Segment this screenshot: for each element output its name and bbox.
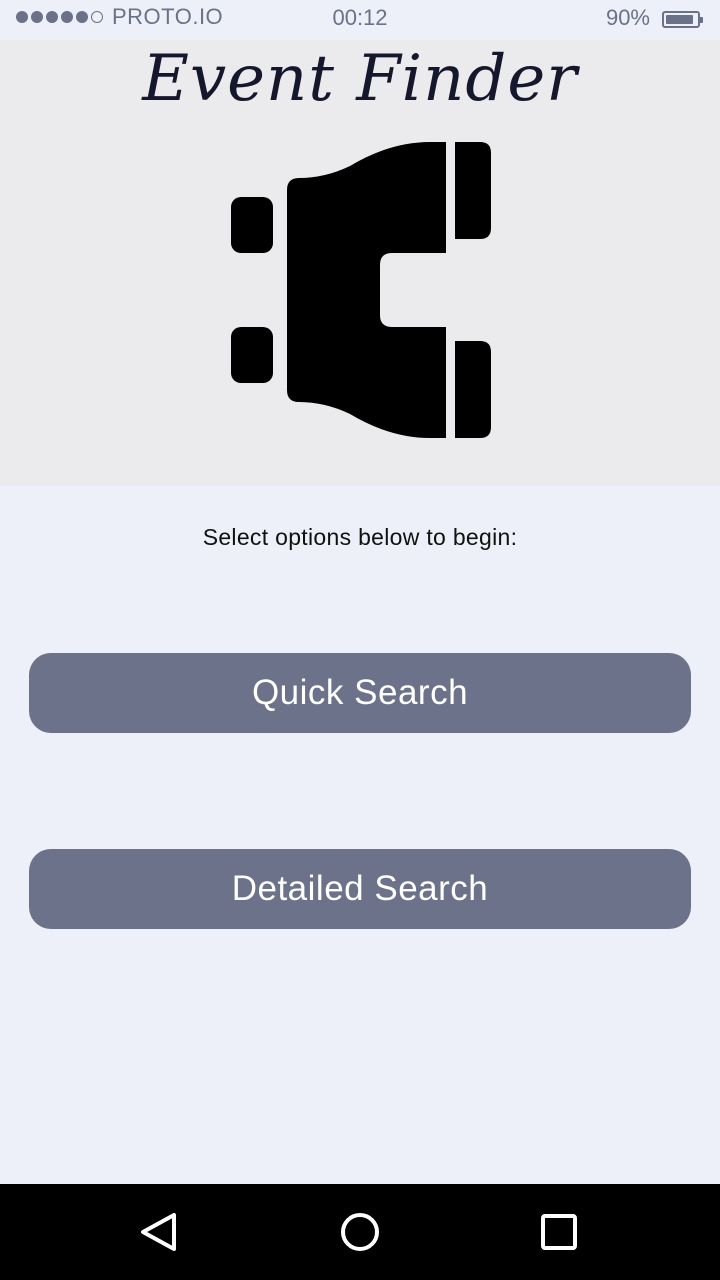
quick-search-button[interactable]: Quick Search xyxy=(29,653,691,733)
battery-icon xyxy=(662,11,703,28)
home-circle-icon[interactable] xyxy=(340,1212,380,1252)
binoculars-icon xyxy=(231,142,491,438)
back-triangle-icon[interactable] xyxy=(139,1212,179,1252)
instruction-text: Select options below to begin: xyxy=(202,524,518,550)
detailed-search-button[interactable]: Detailed Search xyxy=(29,849,691,929)
recent-apps-square-icon[interactable] xyxy=(539,1212,579,1252)
battery-percent: 90% xyxy=(605,5,650,30)
hero-banner: Event Finder xyxy=(0,40,720,486)
navigation-bar xyxy=(0,1184,720,1280)
app-title: Event Finder xyxy=(142,42,578,116)
status-bar: PROTO.IO 00:12 90% xyxy=(0,0,720,40)
